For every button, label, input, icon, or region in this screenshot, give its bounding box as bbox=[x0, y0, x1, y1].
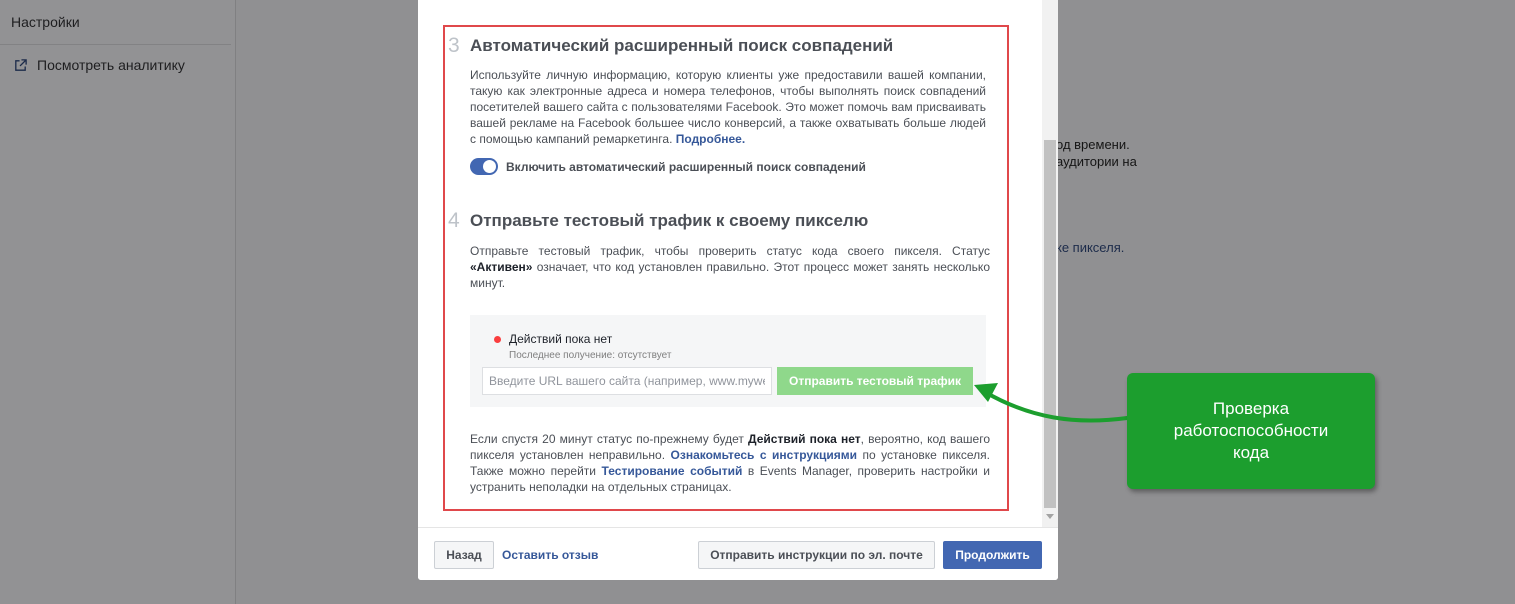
sidebar-divider bbox=[0, 44, 231, 45]
external-link-icon bbox=[15, 58, 27, 71]
sidebar-item-label: Посмотреть аналитику bbox=[37, 57, 185, 73]
modal-scrollbar[interactable] bbox=[1042, 0, 1058, 527]
background-text: од времени. bbox=[1056, 137, 1130, 152]
highlight-annotation-box bbox=[443, 25, 1009, 511]
background-text: аудитории на bbox=[1056, 154, 1137, 169]
continue-button[interactable]: Продолжить bbox=[943, 541, 1042, 569]
sidebar-item-label: Настройки bbox=[11, 14, 80, 30]
modal-footer: Назад Оставить отзыв Отправить инструкци… bbox=[418, 527, 1058, 580]
scrollbar-thumb[interactable] bbox=[1044, 140, 1056, 508]
callout-text: Проверка работоспособности кода bbox=[1173, 399, 1329, 462]
sidebar-item-settings[interactable]: Настройки bbox=[11, 14, 80, 30]
background-link[interactable]: ке пикселя. bbox=[1056, 239, 1124, 256]
feedback-link[interactable]: Оставить отзыв bbox=[502, 541, 612, 569]
sidebar-item-analytics[interactable]: Посмотреть аналитику bbox=[13, 57, 185, 73]
background-sidebar: Настройки Посмотреть аналитику bbox=[0, 0, 236, 604]
annotation-callout: Проверка работоспособности кода bbox=[1127, 373, 1375, 489]
scroll-down-arrow-icon[interactable] bbox=[1046, 514, 1054, 519]
email-instructions-button[interactable]: Отправить инструкции по эл. почте bbox=[698, 541, 935, 569]
back-button[interactable]: Назад bbox=[434, 541, 494, 569]
